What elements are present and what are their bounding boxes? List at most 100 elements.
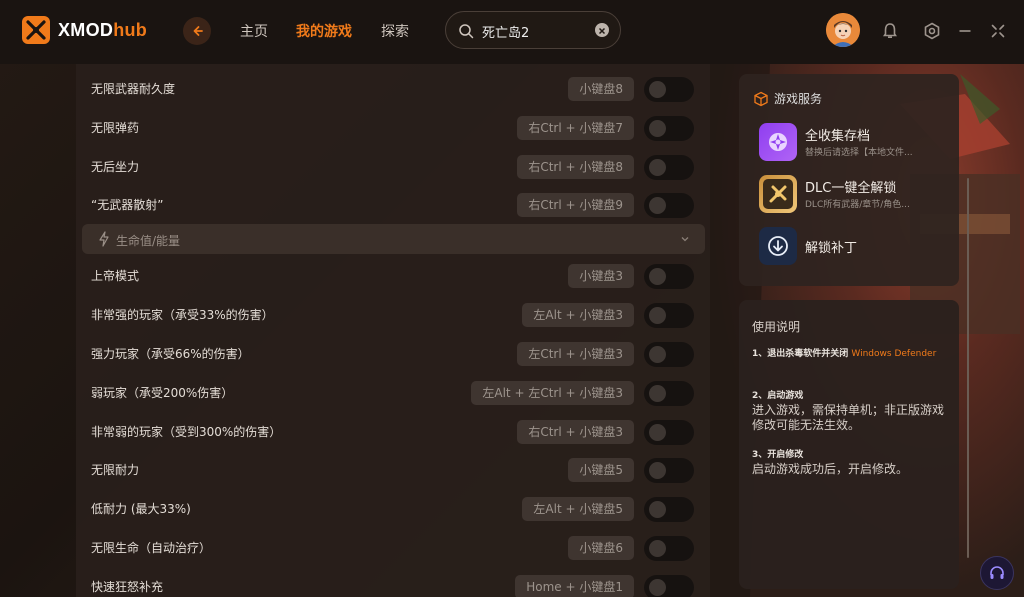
- cheat-row: 无限生命（自动治疗） 小键盘6: [76, 529, 710, 567]
- hotkey-badge: 左Alt + 左Ctrl + 小键盘3: [471, 381, 634, 405]
- cheat-row: 无限弹药 右Ctrl + 小键盘7: [76, 109, 710, 147]
- arrow-left-icon: [193, 26, 203, 36]
- cheat-toggle[interactable]: [644, 116, 694, 141]
- scrollbar[interactable]: [967, 178, 969, 558]
- cheat-toggle[interactable]: [644, 458, 694, 483]
- xmod-logo-icon: [22, 16, 50, 44]
- clear-search-icon[interactable]: [595, 23, 609, 37]
- section-label: 生命值/能量: [116, 234, 181, 248]
- cheat-row: 低耐力 (最大33%) 左Alt + 小键盘5: [76, 490, 710, 528]
- nav-my-games[interactable]: 我的游戏: [296, 21, 352, 41]
- settings-gear-icon[interactable]: [923, 22, 941, 40]
- support-button[interactable]: [980, 556, 1014, 590]
- hotkey-badge: 小键盘6: [568, 536, 634, 560]
- hotkey-badge: 右Ctrl + 小键盘3: [517, 420, 634, 444]
- step-heading: 1、退出杀毒软件并关闭 Windows Defender: [752, 349, 937, 359]
- chevron-down-icon: [681, 237, 689, 242]
- service-title: DLC一键全解锁: [805, 181, 897, 196]
- service-title: 解锁补丁: [805, 241, 858, 256]
- save-file-icon: [759, 123, 797, 161]
- cheat-row: 无限耐力 小键盘5: [76, 451, 710, 489]
- step-body: 进入游戏，需保持单机；非正版游戏修改可能无法生效。: [752, 403, 945, 432]
- cheat-toggle[interactable]: [644, 155, 694, 180]
- cheat-toggle[interactable]: [644, 381, 694, 406]
- cheat-name: 无限武器耐久度: [91, 82, 176, 96]
- game-services-card: 游戏服务 全收集存档 替换后请选择【本地文件... DLC一键全解锁 DLC所有…: [739, 74, 959, 286]
- service-unlock-patch[interactable]: 解锁补丁: [759, 227, 955, 267]
- search-box[interactable]: [445, 11, 621, 49]
- instruction-step: 2、启动游戏 进入游戏，需保持单机；非正版游戏修改可能无法生效。: [752, 389, 952, 433]
- services-title: 游戏服务: [774, 92, 823, 106]
- cheat-toggle[interactable]: [644, 497, 694, 522]
- top-bar: XMODhub 主页 我的游戏 探索: [0, 0, 1024, 64]
- cheat-name: 非常弱的玩家（受到300%的伤害）: [91, 425, 282, 439]
- service-full-save[interactable]: 全收集存档 替换后请选择【本地文件...: [759, 123, 955, 163]
- nav-explore[interactable]: 探索: [381, 21, 409, 41]
- instructions-card: 使用说明 1、退出杀毒软件并关闭 Windows Defender 2、启动游戏…: [739, 300, 959, 589]
- cheat-name: 非常强的玩家（承受33%的伤害）: [91, 308, 274, 322]
- instruction-step: 3、开启修改 启动游戏成功后，开启修改。: [752, 448, 952, 477]
- section-header-health-energy[interactable]: 生命值/能量: [82, 224, 705, 254]
- instruction-step: 1、退出杀毒软件并关闭 Windows Defender: [752, 347, 952, 361]
- notification-bell-icon[interactable]: [881, 22, 899, 40]
- cheat-toggle[interactable]: [644, 342, 694, 367]
- hotkey-badge: 左Alt + 小键盘3: [522, 303, 634, 327]
- cheat-name: “无武器散射”: [91, 198, 164, 212]
- step-body: 启动游戏成功后，开启修改。: [752, 462, 909, 476]
- lightning-icon: [99, 231, 109, 247]
- cheat-toggle[interactable]: [644, 536, 694, 561]
- hotkey-badge: 右Ctrl + 小键盘8: [517, 155, 634, 179]
- hotkey-badge: 右Ctrl + 小键盘7: [517, 116, 634, 140]
- service-title: 全收集存档: [805, 129, 871, 144]
- hotkey-badge: 左Ctrl + 小键盘3: [517, 342, 634, 366]
- cheat-toggle[interactable]: [644, 575, 694, 597]
- user-avatar[interactable]: [826, 13, 860, 47]
- step-heading: 2、启动游戏: [752, 391, 804, 401]
- package-icon: [754, 91, 768, 106]
- cheat-row: 强力玩家（承受66%的伤害） 左Ctrl + 小键盘3: [76, 335, 710, 373]
- service-subtitle: DLC所有武器/章节/角色...: [805, 200, 910, 210]
- services-header: 游戏服务: [753, 90, 822, 107]
- dlc-unlock-icon: [759, 175, 797, 213]
- instructions-title: 使用说明: [752, 320, 801, 334]
- hotkey-badge: 右Ctrl + 小键盘9: [517, 193, 634, 217]
- cheat-row: 非常强的玩家（承受33%的伤害） 左Alt + 小键盘3: [76, 296, 710, 334]
- minimize-icon[interactable]: [956, 22, 974, 40]
- windows-defender-highlight: Windows Defender: [851, 349, 937, 359]
- cheat-row: “无武器散射” 右Ctrl + 小键盘9: [76, 186, 710, 224]
- cheat-toggle[interactable]: [644, 193, 694, 218]
- back-button[interactable]: [183, 17, 211, 45]
- cheat-name: 无限耐力: [91, 463, 140, 477]
- step-heading: 3、开启修改: [752, 450, 804, 460]
- cheat-row: 快速狂怒补充 Home + 小键盘1: [76, 568, 710, 597]
- hotkey-badge: Home + 小键盘1: [515, 575, 634, 597]
- headset-icon: [990, 566, 1004, 579]
- app-logo[interactable]: XMODhub: [22, 16, 147, 44]
- hotkey-badge: 小键盘8: [568, 77, 634, 101]
- cheat-toggle[interactable]: [644, 77, 694, 102]
- cheat-toggle[interactable]: [644, 264, 694, 289]
- cheat-name: 快速狂怒补充: [91, 580, 164, 594]
- cheat-list-panel: 无限武器耐久度 小键盘8 无限弹药 右Ctrl + 小键盘7 无后坐力 右Ctr…: [76, 64, 710, 597]
- search-input[interactable]: [482, 21, 592, 41]
- cheat-name: 无限生命（自动治疗）: [91, 541, 212, 555]
- cheat-name: 无限弹药: [91, 121, 140, 135]
- cheat-row: 弱玩家（承受200%伤害） 左Alt + 左Ctrl + 小键盘3: [76, 374, 710, 412]
- hotkey-badge: 小键盘3: [568, 264, 634, 288]
- cheat-name: 强力玩家（承受66%的伤害）: [91, 347, 250, 361]
- app-name: XMODhub: [58, 19, 148, 40]
- cheat-row: 非常弱的玩家（受到300%的伤害） 右Ctrl + 小键盘3: [76, 413, 710, 451]
- cheat-toggle[interactable]: [644, 420, 694, 445]
- hotkey-badge: 小键盘5: [568, 458, 634, 482]
- service-dlc-unlock[interactable]: DLC一键全解锁 DLC所有武器/章节/角色...: [759, 175, 955, 215]
- search-icon: [459, 24, 474, 39]
- cheat-name: 弱玩家（承受200%伤害）: [91, 386, 234, 400]
- cheat-row: 上帝模式 小键盘3: [76, 257, 710, 295]
- close-icon[interactable]: [989, 22, 1007, 40]
- nav-home[interactable]: 主页: [240, 21, 268, 41]
- cheat-name: 低耐力 (最大33%): [91, 502, 191, 516]
- cheat-row: 无限武器耐久度 小键盘8: [76, 70, 710, 108]
- cheat-toggle[interactable]: [644, 303, 694, 328]
- download-patch-icon: [759, 227, 797, 265]
- cheat-name: 上帝模式: [91, 269, 140, 283]
